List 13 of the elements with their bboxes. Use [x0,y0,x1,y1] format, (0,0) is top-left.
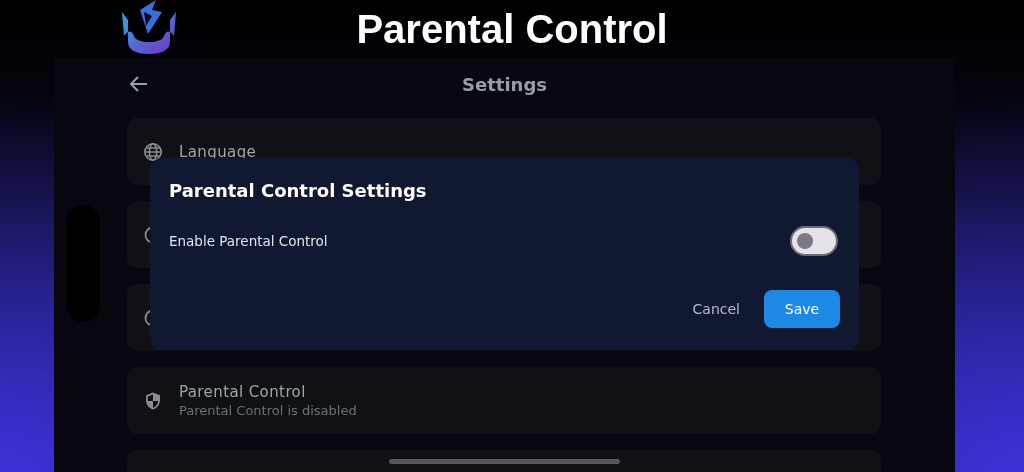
page-title: Parental Control [356,9,668,49]
shield-icon [143,390,163,411]
toggle-switch[interactable] [790,226,838,256]
item-subtitle: Parental Control is disabled [179,403,357,418]
screen-title: Settings [462,73,547,95]
cancel-button[interactable]: Cancel [686,293,746,325]
option-label: Enable Parental Control [169,233,328,249]
settings-item[interactable]: Parental Control Parental Control is disabled [127,367,881,434]
back-arrow-icon[interactable] [130,76,148,92]
save-button[interactable]: Save [764,290,840,328]
globe-icon [143,141,163,162]
item-title: Parental Control [179,383,307,401]
crown-logo [120,0,178,56]
